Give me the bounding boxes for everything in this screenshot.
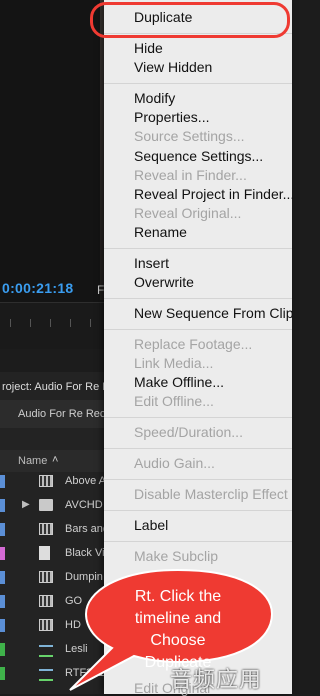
label-color-swatch (0, 475, 5, 488)
folder-icon (39, 499, 53, 511)
menu-separator (104, 298, 292, 299)
menu-item-insert[interactable]: Insert (134, 255, 169, 271)
menu-item-label[interactable]: Label (134, 517, 168, 533)
sequence-icon (39, 669, 53, 681)
menu-item-source-settings: Source Settings... (134, 128, 245, 144)
menu-item-modify[interactable]: Modify (134, 90, 175, 106)
project-item-label: Bars and (65, 523, 110, 535)
label-color-swatch (0, 523, 5, 536)
menu-separator (104, 541, 292, 542)
callout-text: Rt. Click the timeline and Choose Duplic… (108, 586, 248, 674)
callout-line: Rt. Click the (134, 588, 222, 605)
menu-item-audio-gain: Audio Gain... (134, 455, 215, 471)
clip-icon (39, 619, 53, 631)
menu-separator (104, 479, 292, 480)
menu-separator (104, 83, 292, 84)
clip-icon (39, 595, 53, 607)
menu-item-properties[interactable]: Properties... (134, 109, 209, 125)
label-color-swatch (0, 595, 5, 608)
file-icon (39, 546, 50, 560)
label-color-swatch (0, 571, 5, 584)
menu-item-edit-offline: Edit Offline... (134, 393, 214, 409)
project-item-label: GO (65, 595, 83, 607)
menu-item-replace-footage: Replace Footage... (134, 336, 253, 352)
label-color-swatch (0, 547, 5, 560)
callout-line: timeline and Choose (134, 610, 222, 649)
sort-ascending-icon[interactable]: ˄ (52, 454, 58, 466)
menu-separator (104, 248, 292, 249)
menu-item-disable-masterclip-effect: Disable Masterclip Effect (134, 486, 288, 502)
project-tab[interactable]: Audio For Re Reco (18, 408, 112, 420)
clip-icon (39, 571, 53, 583)
watermark-text: 音频应用 (170, 668, 263, 693)
sequence-icon (39, 645, 53, 657)
menu-item-make-offline[interactable]: Make Offline... (134, 374, 224, 390)
project-item-label: AVCHD (65, 499, 103, 511)
menu-item-reveal-project-in-finder[interactable]: Reveal Project in Finder... (134, 186, 294, 202)
menu-item-sequence-settings[interactable]: Sequence Settings... (134, 148, 263, 164)
label-color-swatch (0, 667, 5, 680)
menu-item-rename[interactable]: Rename (134, 224, 187, 240)
project-panel-title[interactable]: roject: Audio For Re Re (2, 381, 116, 393)
menu-item-link-media: Link Media... (134, 355, 214, 371)
menu-item-reveal-original: Reveal Original... (134, 205, 242, 221)
menu-item-reveal-in-finder: Reveal in Finder... (134, 167, 247, 183)
label-color-swatch (0, 643, 5, 656)
menu-separator (104, 417, 292, 418)
menu-item-overwrite[interactable]: Overwrite (134, 274, 194, 290)
clip-icon (39, 475, 53, 487)
menu-item-make-subclip: Make Subclip (134, 548, 219, 564)
name-column-header[interactable]: Name (18, 455, 47, 467)
menu-item-speed-duration: Speed/Duration... (134, 424, 243, 440)
label-color-swatch (0, 499, 5, 512)
menu-item-view-hidden[interactable]: View Hidden (134, 59, 212, 75)
project-item-label: HD (65, 619, 81, 631)
project-item-label: Dumpin (65, 571, 103, 583)
menu-separator (104, 448, 292, 449)
clip-icon (39, 523, 53, 535)
menu-item-hide[interactable]: Hide (134, 40, 163, 56)
expand-triangle-icon[interactable]: ▶ (22, 499, 30, 510)
playhead-timecode[interactable]: 0:00:21:18 (2, 280, 74, 296)
label-color-swatch (0, 619, 5, 632)
menu-separator (104, 510, 292, 511)
project-item-label: Above Ar (65, 475, 110, 487)
project-item-label: Lesli (65, 643, 88, 655)
duplicate-highlight-ring (90, 2, 290, 38)
menu-item-new-sequence-from-clip[interactable]: New Sequence From Clip (134, 305, 294, 321)
menu-separator (104, 329, 292, 330)
